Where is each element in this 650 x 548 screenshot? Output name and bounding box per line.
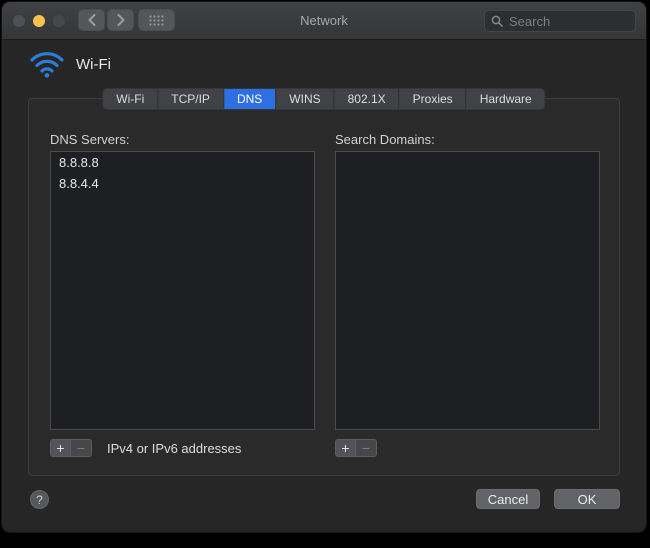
back-button[interactable] xyxy=(78,9,105,31)
tab-tcp-ip[interactable]: TCP/IP xyxy=(157,89,223,109)
list-item[interactable]: 8.8.8.8 xyxy=(51,152,314,173)
add-search-domain-button[interactable]: + xyxy=(335,439,356,457)
cancel-button[interactable]: Cancel xyxy=(476,489,540,509)
tab-hardware[interactable]: Hardware xyxy=(465,89,545,109)
search-domains-list[interactable] xyxy=(335,151,600,430)
dns-servers-label: DNS Servers: xyxy=(50,132,130,147)
title-bar: Network xyxy=(2,2,646,40)
wifi-icon xyxy=(30,52,64,78)
tab-proxies[interactable]: Proxies xyxy=(398,89,466,109)
tab-wins[interactable]: WINS xyxy=(275,89,333,109)
traffic-lights xyxy=(13,15,65,27)
tab-802-1x[interactable]: 802.1X xyxy=(333,89,399,109)
dns-stepper: + − xyxy=(50,439,92,457)
search-icon xyxy=(491,15,503,27)
list-item[interactable]: 8.8.4.4 xyxy=(51,173,314,194)
help-button[interactable]: ? xyxy=(30,490,49,509)
show-all-button[interactable] xyxy=(138,9,175,31)
ok-button[interactable]: OK xyxy=(554,489,620,509)
search-field[interactable] xyxy=(484,10,636,32)
search-domain-stepper: + − xyxy=(335,439,377,457)
grid-icon xyxy=(149,14,164,26)
tab-wi-fi[interactable]: Wi-Fi xyxy=(103,89,157,109)
search-input[interactable] xyxy=(507,12,629,30)
chevron-left-icon xyxy=(88,14,95,26)
connection-name: Wi-Fi xyxy=(76,55,111,73)
dns-server-list[interactable]: 8.8.8.8 8.8.4.4 xyxy=(50,151,315,430)
remove-search-domain-button[interactable]: − xyxy=(356,439,377,457)
forward-button[interactable] xyxy=(107,9,134,31)
close-button[interactable] xyxy=(13,15,25,27)
connection-header: Wi-Fi xyxy=(30,50,111,78)
network-preferences-window: Network Wi-Fi Wi-FiTCP/IPDNSWINS802.1XPr… xyxy=(2,2,646,532)
tab-dns[interactable]: DNS xyxy=(222,89,276,109)
chevron-right-icon xyxy=(117,14,124,26)
add-dns-server-button[interactable]: + xyxy=(50,439,71,457)
tab-bar: Wi-Fi TCP/IP DNS WINS 802.1X Proxies Hardware xyxy=(102,88,546,110)
zoom-button[interactable] xyxy=(53,15,65,27)
search-domains-label: Search Domains: xyxy=(335,132,435,147)
remove-dns-server-button[interactable]: − xyxy=(71,439,92,457)
ip-format-caption: IPv4 or IPv6 addresses xyxy=(107,441,242,456)
minimize-button[interactable] xyxy=(33,15,45,27)
